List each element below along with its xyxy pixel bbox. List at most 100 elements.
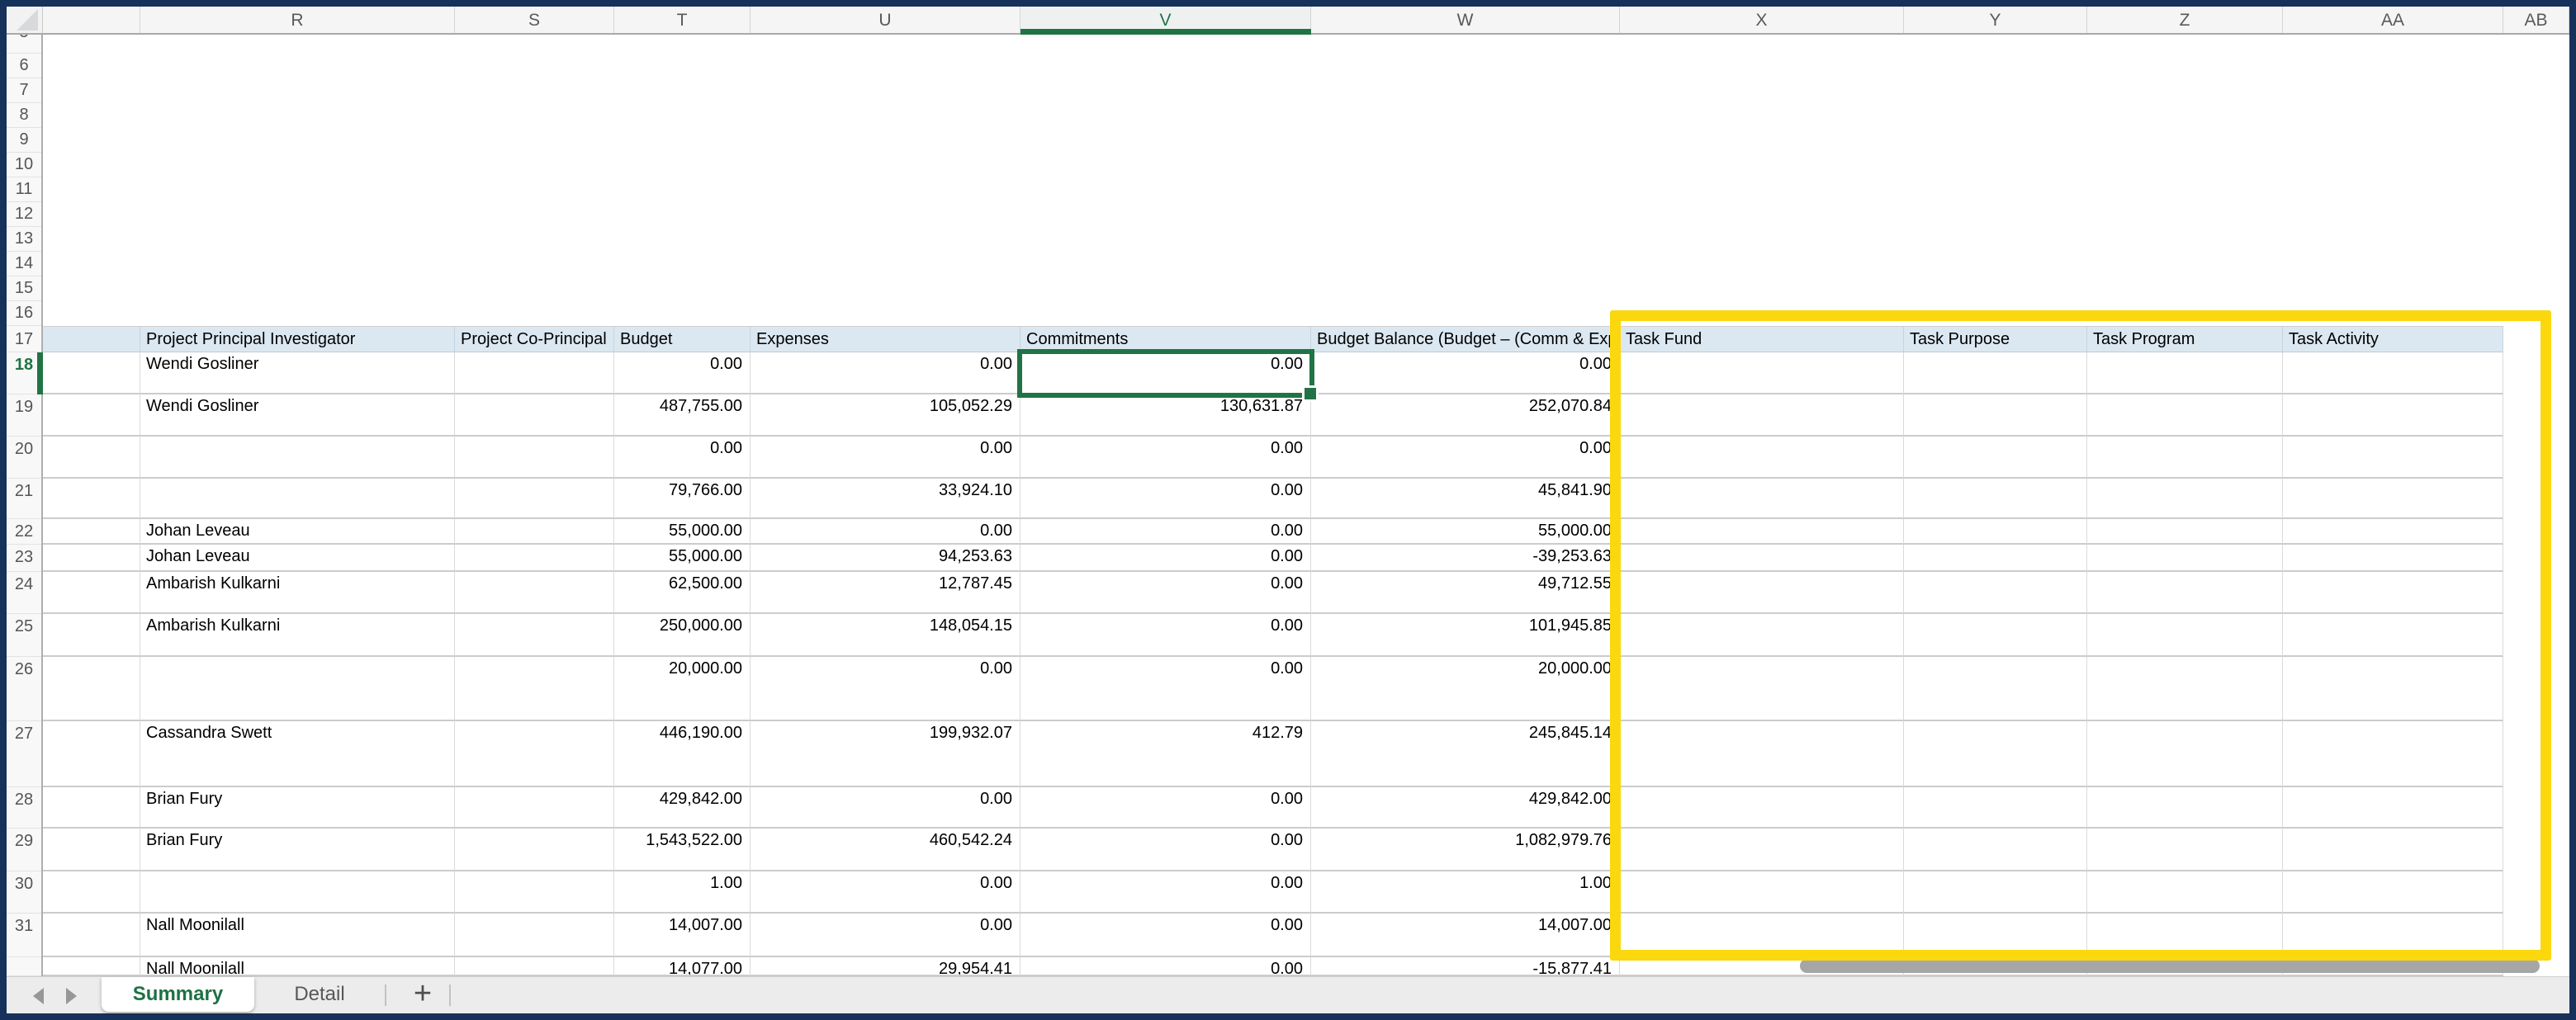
cell-S23[interactable]	[455, 545, 614, 572]
row-header-17[interactable]: 17	[7, 326, 41, 352]
column-header-T[interactable]: T	[614, 7, 751, 33]
row-header-30[interactable]: 30	[7, 871, 41, 914]
cell-T18[interactable]: 0.00	[614, 352, 751, 394]
cell-gap-r27[interactable]	[43, 721, 140, 787]
cell-T27[interactable]: 446,190.00	[614, 721, 751, 787]
table-header-R17[interactable]: Project Principal Investigator	[140, 326, 455, 352]
cell-R28[interactable]: Brian Fury	[140, 787, 455, 829]
cell-S25[interactable]	[455, 614, 614, 657]
cell-W25[interactable]: 101,945.85	[1311, 614, 1620, 657]
cell-U30[interactable]: 0.00	[751, 871, 1020, 914]
column-header-Z[interactable]: Z	[2087, 7, 2283, 33]
row-header-20[interactable]: 20	[7, 437, 41, 479]
cell-W24[interactable]: 49,712.55	[1311, 572, 1620, 614]
cell-T24[interactable]: 62,500.00	[614, 572, 751, 614]
row-header-13[interactable]: 13	[7, 227, 41, 252]
row-header-29[interactable]: 29	[7, 829, 41, 871]
row-header-15[interactable]: 15	[7, 276, 41, 301]
tab-summary[interactable]: Summary	[102, 977, 254, 1012]
cell-gap-r29[interactable]	[43, 829, 140, 871]
cell-V20[interactable]: 0.00	[1020, 437, 1311, 479]
cell-V19[interactable]: 130,631.87	[1020, 394, 1311, 437]
cell-R23[interactable]: Johan Leveau	[140, 545, 455, 572]
cell-U20[interactable]: 0.00	[751, 437, 1020, 479]
cell-T20[interactable]: 0.00	[614, 437, 751, 479]
cell-T25[interactable]: 250,000.00	[614, 614, 751, 657]
cell-gap-r25[interactable]	[43, 614, 140, 657]
cell-V22[interactable]: 0.00	[1020, 519, 1311, 545]
column-header-partial[interactable]	[43, 7, 140, 33]
row-header-19[interactable]: 19	[7, 394, 41, 437]
row-header-5[interactable]: 5	[7, 35, 41, 54]
row-header-12[interactable]: 12	[7, 202, 41, 227]
cell-gap-r28[interactable]	[43, 787, 140, 829]
row-header-27[interactable]: 27	[7, 721, 41, 787]
cell-S20[interactable]	[455, 437, 614, 479]
cell-gap-r19[interactable]	[43, 394, 140, 437]
cell-S18[interactable]	[455, 352, 614, 394]
row-header-23[interactable]: 23	[7, 545, 41, 572]
cell-gap-r21[interactable]	[43, 479, 140, 519]
cell-U19[interactable]: 105,052.29	[751, 394, 1020, 437]
cell-U18[interactable]: 0.00	[751, 352, 1020, 394]
cell-gap-r18[interactable]	[43, 352, 140, 394]
cell-W20[interactable]: 0.00	[1311, 437, 1620, 479]
cell-R24[interactable]: Ambarish Kulkarni	[140, 572, 455, 614]
row-header-21[interactable]: 21	[7, 479, 41, 519]
cell-S24[interactable]	[455, 572, 614, 614]
cell-T19[interactable]: 487,755.00	[614, 394, 751, 437]
row-header-14[interactable]: 14	[7, 252, 41, 276]
cell-V24[interactable]: 0.00	[1020, 572, 1311, 614]
cell-W29[interactable]: 1,082,979.76	[1311, 829, 1620, 871]
row-header-11[interactable]: 11	[7, 177, 41, 202]
cell-U21[interactable]: 33,924.10	[751, 479, 1020, 519]
column-header-Y[interactable]: Y	[1904, 7, 2087, 33]
column-header-X[interactable]: X	[1620, 7, 1904, 33]
sheet-nav-right-icon[interactable]	[66, 988, 77, 1004]
cell-U26[interactable]: 0.00	[751, 657, 1020, 721]
cell-R30[interactable]	[140, 871, 455, 914]
cell-V28[interactable]: 0.00	[1020, 787, 1311, 829]
table-header-T17[interactable]: Budget	[614, 326, 751, 352]
row-header-9[interactable]: 9	[7, 128, 41, 153]
cell-S21[interactable]	[455, 479, 614, 519]
cell-W18[interactable]: 0.00	[1311, 352, 1620, 394]
cell-U23[interactable]: 94,253.63	[751, 545, 1020, 572]
cell-gap-r30[interactable]	[43, 871, 140, 914]
cell-T23[interactable]: 55,000.00	[614, 545, 751, 572]
cell-V25[interactable]: 0.00	[1020, 614, 1311, 657]
cell-R19[interactable]: Wendi Gosliner	[140, 394, 455, 437]
column-header-AB[interactable]: AB	[2503, 7, 2569, 33]
cell-W28[interactable]: 429,842.00	[1311, 787, 1620, 829]
cell-gap-r20[interactable]	[43, 437, 140, 479]
row-header-10[interactable]: 10	[7, 153, 41, 177]
cell-V23[interactable]: 0.00	[1020, 545, 1311, 572]
row-header-28[interactable]: 28	[7, 787, 41, 829]
cell-U28[interactable]: 0.00	[751, 787, 1020, 829]
cell-V32[interactable]: 0.00	[1020, 957, 1311, 976]
cell-W19[interactable]: 252,070.84	[1311, 394, 1620, 437]
cell-U22[interactable]: 0.00	[751, 519, 1020, 545]
cell-V27[interactable]: 412.79	[1020, 721, 1311, 787]
cell-gap-r31[interactable]	[43, 914, 140, 957]
cell-R29[interactable]: Brian Fury	[140, 829, 455, 871]
cell-T31[interactable]: 14,007.00	[614, 914, 751, 957]
cell-U32[interactable]: 29,954.41	[751, 957, 1020, 976]
cell-U29[interactable]: 460,542.24	[751, 829, 1020, 871]
row-header-24[interactable]: 24	[7, 572, 41, 614]
cell-V26[interactable]: 0.00	[1020, 657, 1311, 721]
tab-detail[interactable]: Detail	[254, 977, 385, 1012]
cell-T32[interactable]: 14,077.00	[614, 957, 751, 976]
cell-V21[interactable]: 0.00	[1020, 479, 1311, 519]
cell-R26[interactable]	[140, 657, 455, 721]
cell-W21[interactable]: 45,841.90	[1311, 479, 1620, 519]
cell-R20[interactable]	[140, 437, 455, 479]
column-header-S[interactable]: S	[455, 7, 614, 33]
cell-U24[interactable]: 12,787.45	[751, 572, 1020, 614]
cell-gap-r17[interactable]	[43, 326, 140, 352]
column-header-W[interactable]: W	[1311, 7, 1620, 33]
cell-W23[interactable]: -39,253.63	[1311, 545, 1620, 572]
column-header-U[interactable]: U	[751, 7, 1020, 33]
row-header-6[interactable]: 6	[7, 54, 41, 78]
cell-gap-r23[interactable]	[43, 545, 140, 572]
